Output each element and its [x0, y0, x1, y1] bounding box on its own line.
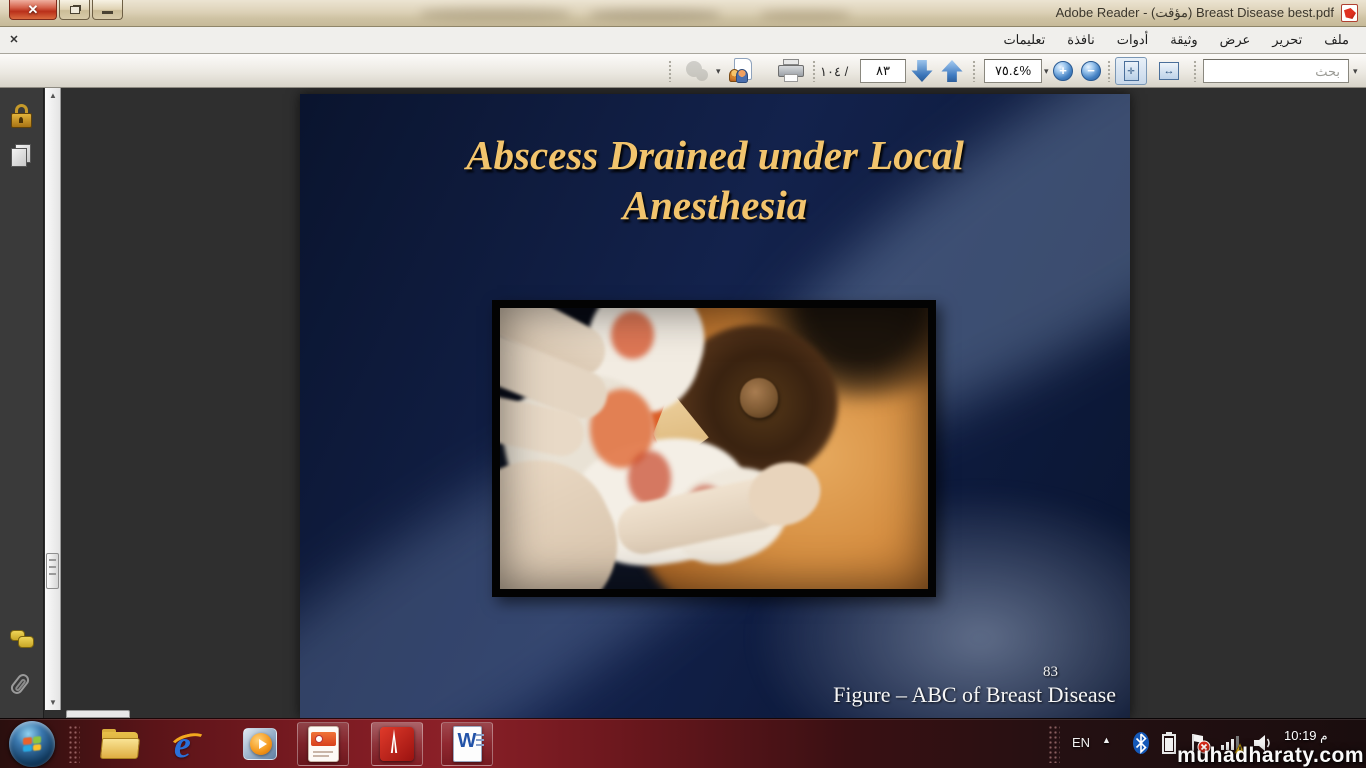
- taskbar: e W EN ▲: [0, 718, 1366, 768]
- menubar-close-icon[interactable]: ✕: [6, 32, 22, 48]
- menu-file[interactable]: ملف: [1313, 28, 1360, 52]
- zoom-out-button[interactable]: −: [1081, 61, 1101, 81]
- scroll-up-button[interactable]: ▲: [45, 88, 61, 103]
- zoom-level-input[interactable]: [984, 59, 1042, 83]
- next-page-button[interactable]: [909, 58, 935, 84]
- minimize-window-button[interactable]: [92, 0, 123, 20]
- toolbar-grip[interactable]: [812, 60, 817, 82]
- attachments-panel-button[interactable]: [10, 672, 34, 698]
- restore-window-button[interactable]: [59, 0, 90, 20]
- titlebar-glass-smudge: [420, 8, 570, 20]
- zoom-dropdown-caret[interactable]: ▾: [1044, 66, 1049, 77]
- language-indicator[interactable]: EN: [1072, 735, 1090, 750]
- taskbar-word-button[interactable]: W: [447, 724, 487, 764]
- comments-panel-button[interactable]: [10, 628, 34, 654]
- close-icon: ✕: [28, 2, 39, 18]
- taskbar-grip[interactable]: [68, 725, 80, 763]
- slide-photo-frame: [492, 300, 936, 597]
- collaborate-dropdown-caret[interactable]: ▾: [716, 66, 721, 77]
- adobe-reader-icon: [380, 727, 414, 761]
- slide-title-line1: Abscess Drained under Local: [300, 130, 1130, 180]
- toolbar-grip[interactable]: [972, 60, 977, 82]
- menu-items: ملف تحرير عرض وثيقة أدوات نافذة تعليمات: [992, 27, 1360, 53]
- arrow-down-icon: [911, 60, 933, 82]
- window-title: Adobe Reader - (مؤقت) Breast Disease bes…: [1056, 5, 1334, 21]
- watermark: muhadharaty.com: [1177, 744, 1364, 768]
- document-area: ▲ ▼ Abscess Drained under Local Anesthes…: [0, 88, 1366, 718]
- scroll-down-button[interactable]: ▼: [45, 695, 61, 710]
- page-total-label: ١٠٤ /: [820, 64, 848, 80]
- arrow-up-icon: [941, 60, 963, 82]
- search-dropdown-caret[interactable]: ▾: [1353, 66, 1358, 77]
- toolbar-grip[interactable]: [668, 60, 673, 82]
- bluetooth-icon[interactable]: [1132, 731, 1150, 760]
- titlebar: ✕ Adobe Reader - (مؤقت) Breast Disease b…: [0, 0, 1366, 27]
- taskbar-powerpoint-button[interactable]: [303, 724, 343, 764]
- taskbar-explorer-button[interactable]: [100, 724, 140, 764]
- window-controls: ✕: [9, 0, 125, 20]
- start-button[interactable]: [9, 721, 55, 767]
- menu-edit[interactable]: تحرير: [1261, 28, 1313, 52]
- share-disabled-icon: [684, 59, 710, 83]
- menubar: ملف تحرير عرض وثيقة أدوات نافذة تعليمات …: [0, 27, 1366, 54]
- zoom-in-button[interactable]: +: [1053, 61, 1073, 81]
- search-input[interactable]: [1203, 59, 1349, 83]
- previous-page-button[interactable]: [939, 58, 965, 84]
- photo-vignette: [500, 308, 928, 589]
- slide-photo: [500, 308, 928, 589]
- menu-tools[interactable]: أدوات: [1106, 28, 1160, 52]
- pages-panel-button[interactable]: [10, 144, 34, 170]
- close-window-button[interactable]: ✕: [9, 0, 57, 20]
- menu-document[interactable]: وثيقة: [1159, 28, 1208, 52]
- taskbar-media-player-button[interactable]: [240, 724, 280, 764]
- titlebar-glass-smudge: [760, 10, 850, 20]
- collaborate-icon[interactable]: [727, 58, 753, 84]
- menu-window[interactable]: نافذة: [1056, 28, 1105, 52]
- clock-time: 10:19: [1284, 728, 1317, 743]
- titlebar-glass-smudge: [590, 9, 720, 20]
- taskbar-adobe-reader-button[interactable]: [377, 724, 417, 764]
- toolbar-grip[interactable]: [1107, 60, 1112, 82]
- toolbar-grip[interactable]: [1193, 60, 1198, 82]
- pdf-slide-page: Abscess Drained under Local Anesthesia: [300, 94, 1130, 718]
- slide-title-line2: Anesthesia: [300, 180, 1130, 230]
- adobe-reader-window: ✕ Adobe Reader - (مؤقت) Breast Disease b…: [0, 0, 1366, 768]
- tray-grip[interactable]: [1048, 725, 1060, 763]
- menu-view[interactable]: عرض: [1209, 28, 1262, 52]
- restore-icon: [70, 6, 80, 14]
- pdf-app-icon: [1341, 4, 1358, 22]
- clock-meridiem: م: [1320, 729, 1327, 743]
- slide-title: Abscess Drained under Local Anesthesia: [300, 130, 1130, 230]
- print-button[interactable]: [777, 59, 805, 83]
- taskbar-internet-explorer-button[interactable]: e: [170, 724, 210, 764]
- horizontal-scrollbar-thumb[interactable]: [66, 710, 130, 718]
- fit-page-button[interactable]: ✛: [1115, 57, 1147, 85]
- menu-help[interactable]: تعليمات: [992, 28, 1056, 52]
- scrollbar-thumb[interactable]: [46, 553, 59, 589]
- navigation-panel-strip: [0, 88, 44, 718]
- current-page-input[interactable]: [860, 59, 906, 83]
- slide-page-number: 83: [1043, 664, 1058, 681]
- vertical-scrollbar[interactable]: ▲ ▼: [45, 88, 61, 710]
- fit-width-button[interactable]: ↔: [1153, 57, 1185, 85]
- fit-page-icon: ✛: [1124, 61, 1139, 81]
- tray-expand-icon[interactable]: ▲: [1102, 735, 1111, 745]
- fit-width-icon: ↔: [1159, 62, 1179, 80]
- tray-clock[interactable]: 10:19 م: [1284, 728, 1328, 743]
- windows-logo-icon: [23, 736, 41, 752]
- battery-icon[interactable]: [1162, 732, 1176, 759]
- slide-caption: Figure – ABC of Breast Disease: [833, 682, 1116, 708]
- minimize-icon: [102, 11, 113, 14]
- security-panel-button[interactable]: [10, 104, 34, 130]
- toolbar: ▾ ١٠٤ / ▾ + − ✛ ↔ ▾: [0, 54, 1366, 88]
